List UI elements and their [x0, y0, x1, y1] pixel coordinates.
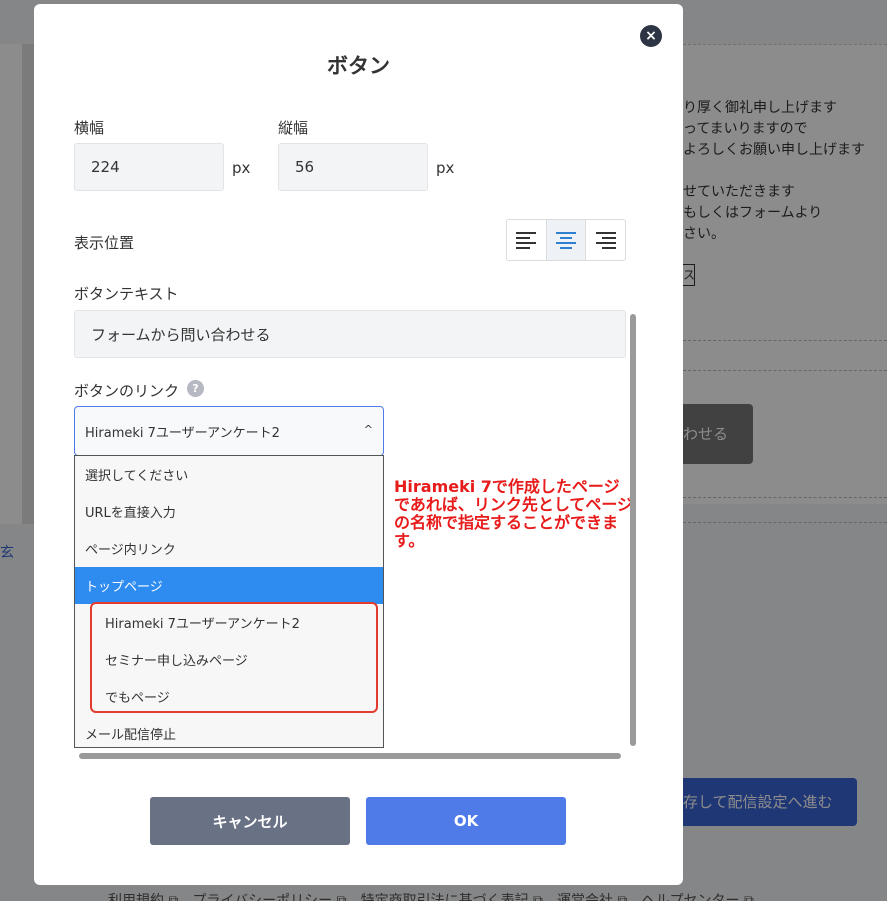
dropdown-option[interactable]: ページ内リンク: [75, 530, 383, 567]
alignment-toggle: [506, 219, 626, 261]
dropdown-option[interactable]: URLを直接入力: [75, 493, 383, 530]
chevron-up-icon: ^: [363, 423, 373, 436]
height-label: 縦幅: [278, 119, 309, 137]
align-right-icon: [595, 231, 616, 249]
align-center-button[interactable]: [546, 220, 587, 260]
button-text-input[interactable]: フォームから問い合わせる: [74, 310, 626, 358]
height-input[interactable]: 56: [278, 143, 428, 191]
dropdown-option-highlighted[interactable]: トップページ: [75, 567, 383, 604]
align-right-button[interactable]: [586, 220, 625, 260]
horizontal-scrollbar[interactable]: [79, 753, 621, 759]
width-unit: px: [232, 159, 251, 177]
annotation-highlight-box: [90, 602, 378, 713]
modal-title: ボタン: [327, 54, 390, 78]
annotation-text: Hirameki 7で作成したページであれば、リンク先としてページの名称で指定す…: [394, 477, 634, 550]
cancel-button[interactable]: キャンセル: [150, 797, 350, 845]
dropdown-option[interactable]: 選択してください: [75, 456, 383, 493]
width-input[interactable]: 224: [74, 143, 224, 191]
link-select[interactable]: Hirameki 7ユーザーアンケート2 ^: [74, 406, 384, 456]
link-select-value: Hirameki 7ユーザーアンケート2: [85, 425, 280, 441]
align-left-icon: [516, 231, 537, 249]
link-label: ボタンのリンク: [74, 382, 180, 400]
vertical-scrollbar[interactable]: [630, 314, 636, 746]
position-label: 表示位置: [74, 234, 135, 252]
button-settings-modal: ボタン × 横幅 224 px 縦幅 56 px 表示位置 ボタンテキスト フォ…: [34, 4, 683, 885]
width-label: 横幅: [74, 119, 105, 137]
ok-button[interactable]: OK: [366, 797, 566, 845]
close-icon[interactable]: ×: [640, 25, 662, 47]
help-icon[interactable]: ?: [187, 380, 204, 397]
button-text-label: ボタンテキスト: [74, 285, 179, 303]
height-unit: px: [436, 159, 455, 177]
dropdown-option[interactable]: メール配信停止: [75, 715, 383, 752]
align-left-button[interactable]: [507, 220, 547, 260]
align-center-icon: [556, 231, 576, 249]
